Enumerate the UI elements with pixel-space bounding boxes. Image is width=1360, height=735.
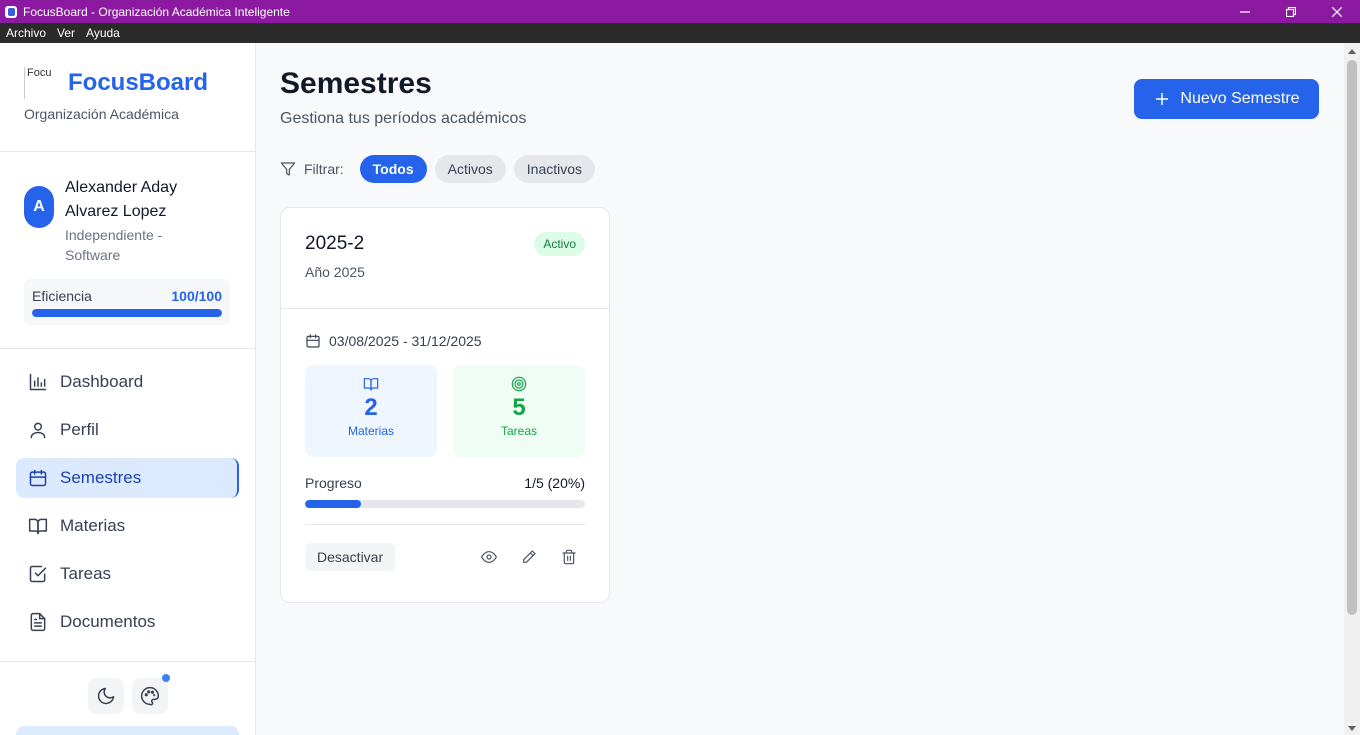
date-range: 03/08/2025 - 31/12/2025 (329, 333, 482, 349)
sidebar-item-label: Materias (60, 516, 126, 535)
menu-ayuda[interactable]: Ayuda (86, 26, 120, 40)
notification-dot (161, 674, 170, 682)
sidebar-footer (0, 662, 255, 714)
window-titlebar: FocusBoard - Organización Académica Inte… (0, 0, 1360, 23)
tasks-stat: 5 Tareas (453, 365, 585, 457)
user-role: Independiente - Software (65, 227, 163, 263)
sidebar-item-label: Documentos (60, 612, 156, 631)
subjects-label: Materias (347, 424, 394, 438)
menu-ver[interactable]: Ver (57, 26, 75, 40)
window-title: FocusBoard - Organización Académica Inte… (23, 4, 290, 19)
efficiency-value: 100/100 (171, 288, 222, 304)
sidebar-item-materias[interactable]: Materias (16, 506, 239, 546)
bar-chart-icon (29, 373, 47, 391)
card-divider (305, 524, 585, 525)
scroll-down-arrow[interactable] (1348, 726, 1356, 731)
check-square-icon (29, 565, 47, 583)
palette-icon (140, 686, 159, 706)
brand-name: FocusBoard (68, 69, 209, 96)
trash-icon[interactable] (561, 549, 577, 565)
user-name: Alexander Aday Alvarez Lopez (65, 179, 178, 220)
theme-toggle-button[interactable] (87, 678, 124, 714)
sidebar-item-label: Perfil (60, 420, 99, 439)
calendar-icon (29, 469, 47, 487)
sidebar-item-label: Semestres (60, 468, 142, 487)
efficiency-bar-fill (32, 309, 222, 317)
vertical-scrollbar[interactable] (1344, 43, 1360, 735)
progress-bar-fill (305, 500, 361, 508)
efficiency-label: Eficiencia (32, 288, 92, 304)
sidebar: Focu FocusBoard Organización Académica A… (0, 43, 256, 735)
book-open-icon (28, 518, 48, 535)
progress-value: 1/5 (20%) (524, 475, 585, 491)
page-title: Semestres (280, 67, 432, 100)
main-content: Semestres Gestiona tus períodos académic… (256, 43, 1344, 735)
maximize-button[interactable] (1268, 0, 1314, 23)
plus-icon (1156, 93, 1169, 105)
sidebar-bottom-panel (16, 726, 239, 735)
sidebar-item-dashboard[interactable]: Dashboard (16, 362, 239, 402)
filter-icon (280, 162, 296, 176)
scrollbar-thumb[interactable] (1347, 60, 1357, 615)
brand: Focu FocusBoard Organización Académica (0, 43, 255, 152)
menu-archivo[interactable]: Archivo (6, 26, 46, 40)
app-icon (5, 5, 17, 18)
sidebar-item-tareas[interactable]: Tareas (16, 554, 239, 594)
moon-icon (97, 687, 114, 705)
efficiency-box: Eficiencia 100/100 (24, 279, 230, 325)
brand-subtitle: Organización Académica (24, 106, 179, 122)
user-icon (30, 422, 46, 439)
progress-label: Progreso (305, 475, 362, 491)
sidebar-item-documentos[interactable]: Documentos (16, 602, 239, 642)
filter-inactivos[interactable]: Inactivos (513, 155, 596, 183)
close-button[interactable] (1314, 0, 1360, 23)
efficiency-bar (32, 309, 222, 317)
calendar-icon (306, 334, 320, 348)
semester-card[interactable]: 2025-2 Año 2025 Activo 03/08/2025 - 31/1… (280, 207, 610, 603)
filter-todos[interactable]: Todos (359, 155, 427, 183)
avatar: A (24, 186, 54, 228)
close-icon (1332, 6, 1342, 17)
filter-label: Filtrar: (304, 161, 344, 177)
logo-image: Focu (24, 67, 56, 99)
eye-icon[interactable] (481, 549, 497, 565)
minimize-icon (1240, 10, 1250, 13)
tasks-label: Tareas (500, 424, 538, 438)
sidebar-item-perfil[interactable]: Perfil (16, 410, 239, 450)
sidebar-item-label: Dashboard (60, 372, 144, 391)
deactivate-button[interactable]: Desactivar (305, 543, 396, 571)
sidebar-item-label: Tareas (60, 564, 112, 583)
semester-year: Año 2025 (305, 264, 365, 280)
semester-dates: 03/08/2025 - 31/12/2025 (305, 333, 585, 349)
new-semester-label: Nuevo Semestre (1180, 90, 1300, 107)
filter-bar: Filtrar: Todos Activos Inactivos (280, 155, 603, 183)
page-subtitle: Gestiona tus períodos académicos (280, 110, 527, 127)
sidebar-nav: Dashboard Perfil Semestres Materias Tare… (0, 349, 255, 662)
tasks-count: 5 (512, 394, 526, 421)
progress-bar (305, 500, 585, 508)
filter-activos[interactable]: Activos (434, 155, 506, 183)
book-open-icon (363, 378, 379, 391)
target-icon (511, 376, 527, 392)
edit-icon[interactable] (521, 549, 537, 565)
minimize-button[interactable] (1222, 0, 1268, 23)
restore-icon (1286, 6, 1296, 17)
palette-button[interactable] (131, 674, 170, 714)
subjects-stat: 2 Materias (305, 365, 437, 457)
subjects-count: 2 (364, 394, 378, 421)
file-text-icon (30, 612, 46, 632)
user-profile-card: A Alexander Aday Alvarez Lopez Independi… (0, 152, 255, 349)
status-badge: Activo (534, 232, 585, 256)
scroll-up-arrow[interactable] (1348, 49, 1356, 54)
menu-bar: Archivo Ver Ayuda (0, 23, 1360, 43)
new-semester-button[interactable]: Nuevo Semestre (1134, 79, 1319, 119)
sidebar-item-semestres[interactable]: Semestres (16, 458, 239, 498)
